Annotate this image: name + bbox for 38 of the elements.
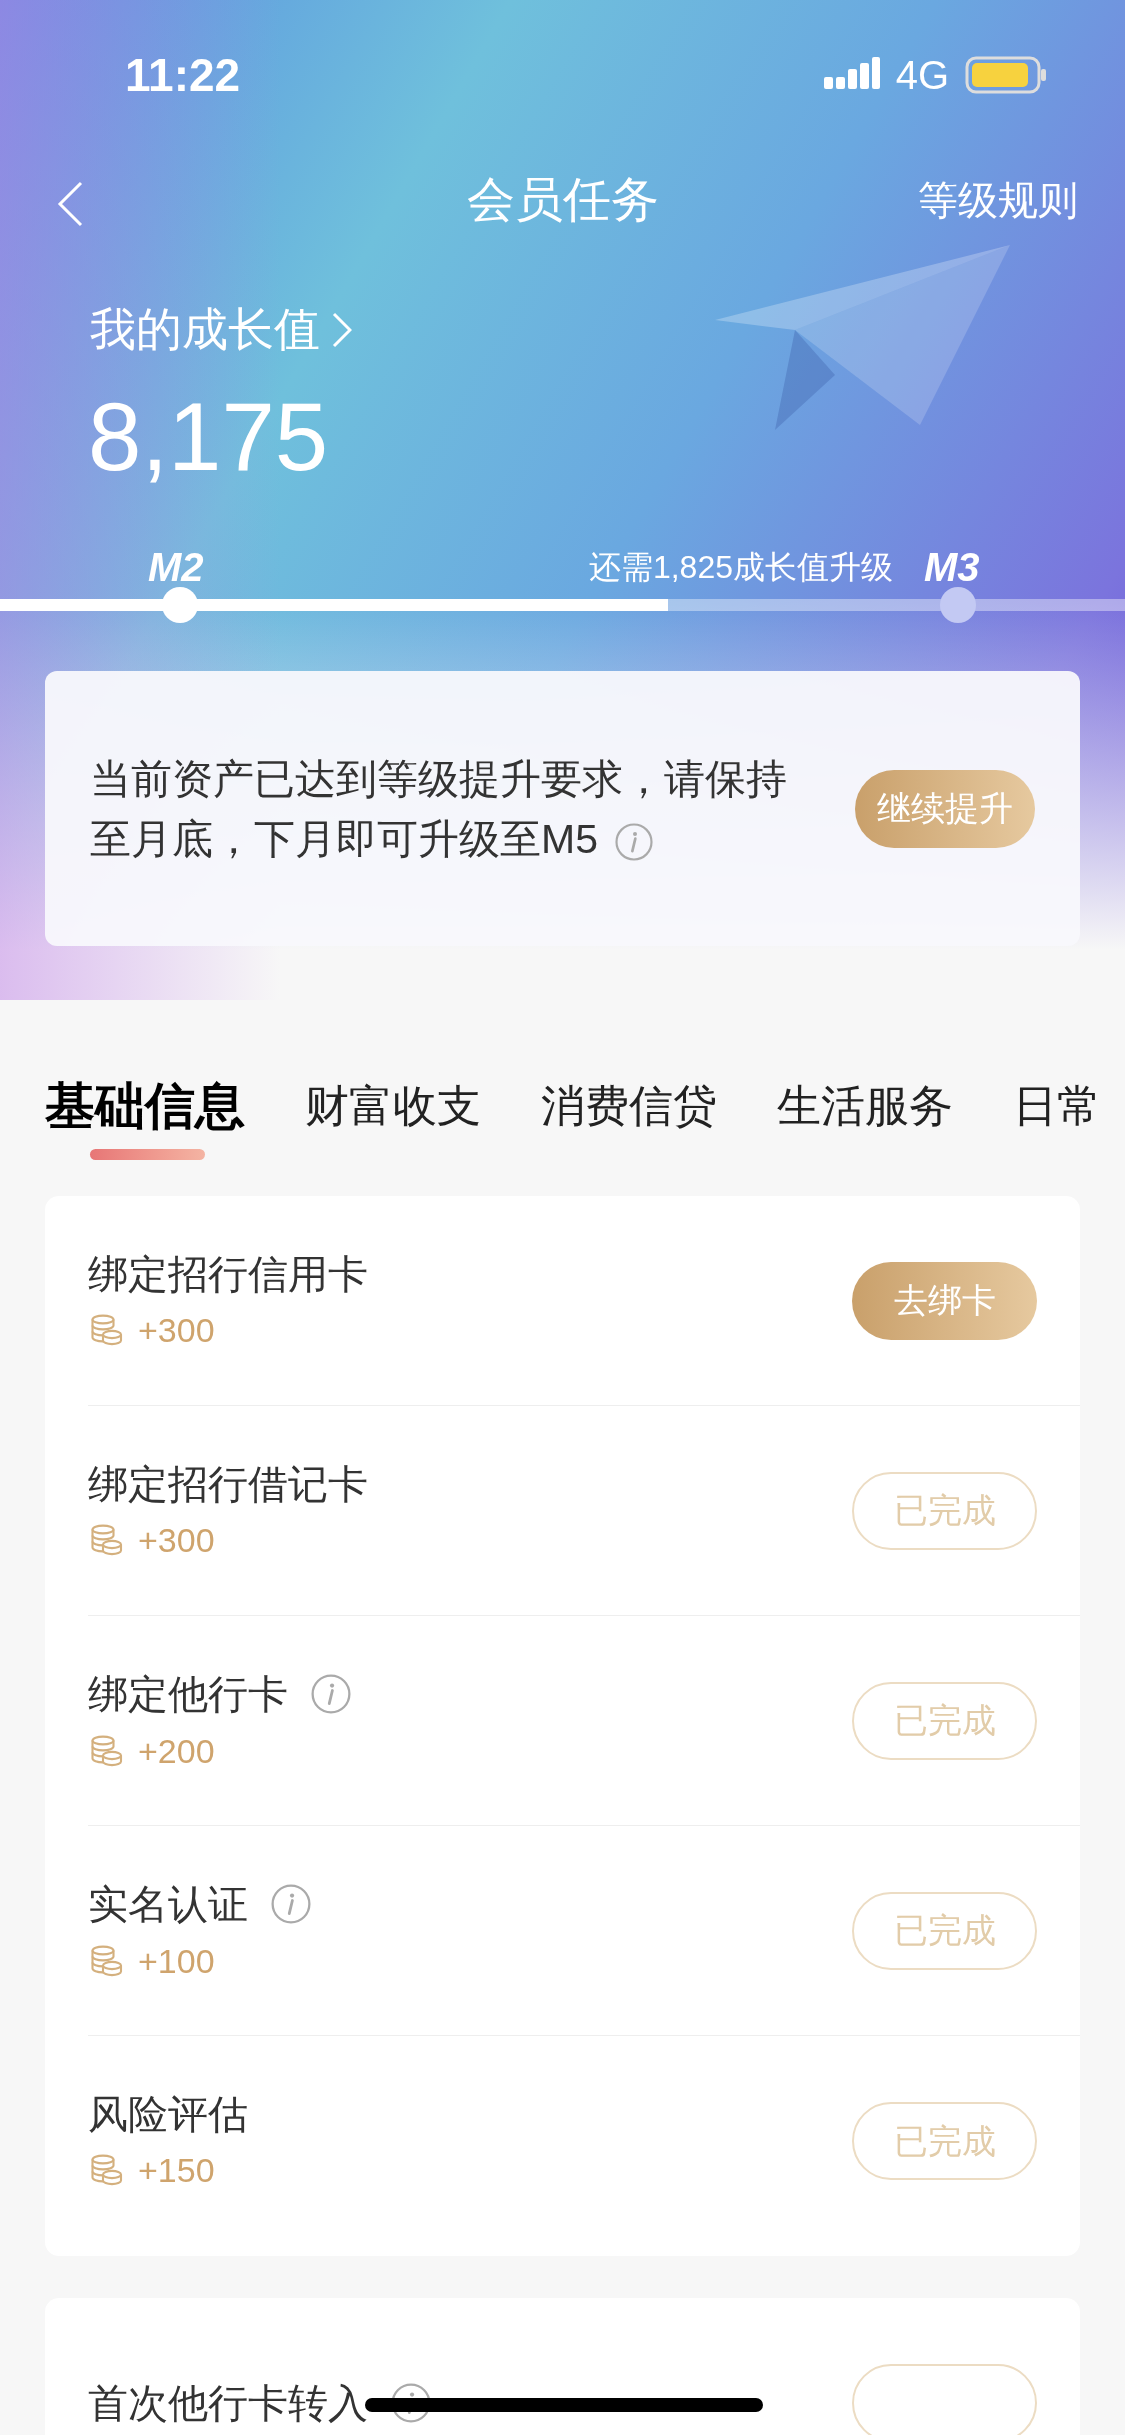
category-tab[interactable]: 基础信息 xyxy=(45,1076,245,1160)
task-title: 绑定他行卡 xyxy=(88,1673,288,1714)
task-points: +300 xyxy=(138,1522,215,1557)
upgrade-hint: 还需1,825成长值升级 xyxy=(588,548,893,587)
category-tab[interactable]: 财富收支 xyxy=(305,1076,481,1160)
task-title: 实名认证 xyxy=(88,1883,248,1924)
growth-label[interactable]: 我的成长值 xyxy=(90,295,320,364)
continue-upgrade-button[interactable]: 继续提升 xyxy=(855,769,1035,848)
growth-value: 8,175 xyxy=(87,389,330,485)
category-tab[interactable]: 消费信贷 xyxy=(541,1076,717,1160)
task-points: +100 xyxy=(138,1943,215,1978)
page-title: 会员任务 xyxy=(466,172,659,228)
task-points: +150 xyxy=(138,2153,215,2187)
completed-button[interactable]: 已完成 xyxy=(852,2102,1037,2180)
info-icon[interactable] xyxy=(613,821,654,862)
category-tab[interactable]: 生活服务 xyxy=(777,1076,953,1160)
task-title: 首次他行卡转入 xyxy=(88,2383,368,2423)
task-title: 绑定招行借记卡 xyxy=(88,1463,368,1504)
completed-button[interactable]: 已完成 xyxy=(852,1681,1037,1760)
current-level: M2 xyxy=(148,544,204,591)
next-level: M3 xyxy=(924,544,980,591)
battery-icon xyxy=(965,55,1047,95)
status-time: 11:22 xyxy=(125,47,241,103)
notice-text: 当前资产已达到等级提升要求，请保持至月底，下月即可升级至M5 xyxy=(90,754,788,864)
coins-icon xyxy=(88,2152,124,2188)
completed-button[interactable]: 已完成 xyxy=(852,1891,1037,1970)
completed-button[interactable]: 已完成 xyxy=(852,1471,1037,1550)
task-points: +300 xyxy=(138,1312,215,1347)
bind-card-button[interactable]: 去绑卡 xyxy=(852,1261,1037,1340)
task-title: 绑定招行信用卡 xyxy=(88,1253,368,1294)
level-rules-link[interactable]: 等级规则 xyxy=(918,170,1078,230)
task-title: 风险评估 xyxy=(88,2094,248,2134)
chevron-right-icon xyxy=(332,311,352,348)
info-icon[interactable] xyxy=(310,1672,352,1715)
category-tab[interactable]: 日常 xyxy=(1013,1076,1101,1160)
task-points: +200 xyxy=(138,1733,215,1768)
network-type: 4G xyxy=(895,52,949,99)
info-icon[interactable] xyxy=(270,1882,312,1925)
